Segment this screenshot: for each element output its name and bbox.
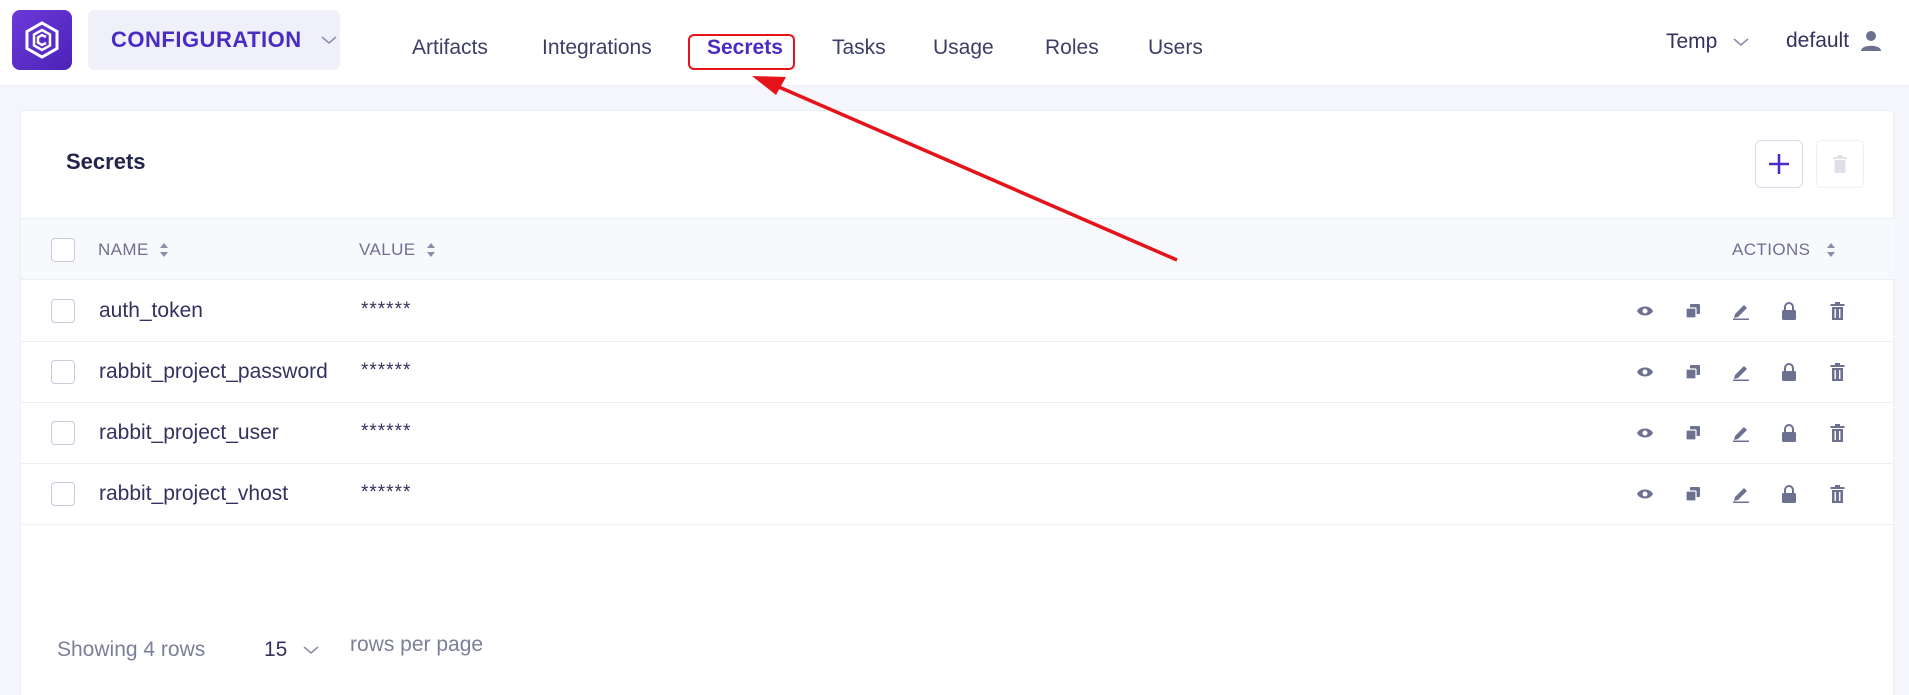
delete-selected-button[interactable] bbox=[1816, 140, 1864, 188]
trash-icon bbox=[1833, 155, 1847, 173]
column-actions-label: ACTIONS bbox=[1732, 240, 1811, 259]
secret-name: auth_token bbox=[99, 299, 203, 322]
select-all-checkbox[interactable] bbox=[51, 238, 75, 262]
sort-icon bbox=[1827, 243, 1836, 257]
eye-icon[interactable] bbox=[1633, 421, 1657, 445]
nav-usage[interactable]: Usage bbox=[933, 36, 994, 60]
configuration-logo-icon[interactable] bbox=[12, 10, 72, 70]
table-row[interactable]: rabbit_project_vhost ****** bbox=[21, 464, 1895, 525]
user-menu[interactable]: default bbox=[1786, 29, 1883, 53]
lock-icon[interactable] bbox=[1777, 360, 1801, 384]
section-selector[interactable]: CONFIGURATION bbox=[88, 10, 340, 70]
secret-value: ****** bbox=[361, 482, 412, 503]
plus-icon bbox=[1769, 154, 1789, 174]
tenant-selector[interactable]: Temp bbox=[1666, 30, 1751, 54]
trash-icon[interactable] bbox=[1825, 421, 1849, 445]
edit-icon[interactable] bbox=[1729, 360, 1753, 384]
lock-icon[interactable] bbox=[1777, 421, 1801, 445]
table-header: NAME VALUE ACTIONS bbox=[21, 218, 1895, 280]
row-count: Showing 4 rows bbox=[57, 638, 206, 661]
user-icon bbox=[1861, 31, 1882, 51]
add-secret-button[interactable] bbox=[1755, 140, 1803, 188]
edit-icon[interactable] bbox=[1729, 299, 1753, 323]
chevron-down-icon bbox=[321, 36, 337, 45]
column-name-label: NAME bbox=[98, 240, 149, 259]
secret-value: ****** bbox=[361, 360, 412, 381]
trash-icon[interactable] bbox=[1825, 360, 1849, 384]
page-title: Secrets bbox=[66, 149, 146, 174]
nav-roles[interactable]: Roles bbox=[1045, 36, 1099, 60]
page-size-value: 15 bbox=[264, 638, 288, 661]
column-value-label: VALUE bbox=[359, 240, 416, 259]
edit-icon[interactable] bbox=[1729, 421, 1753, 445]
user-name: default bbox=[1786, 29, 1850, 52]
column-value-header[interactable]: VALUE bbox=[359, 240, 436, 260]
copy-icon[interactable] bbox=[1681, 482, 1705, 506]
secret-name: rabbit_project_user bbox=[99, 421, 279, 444]
table-row[interactable]: rabbit_project_password ****** bbox=[21, 342, 1895, 403]
lock-icon[interactable] bbox=[1777, 299, 1801, 323]
page-size-select[interactable]: 15 bbox=[264, 638, 321, 662]
active-tab-highlight bbox=[688, 34, 795, 70]
eye-icon[interactable] bbox=[1633, 299, 1657, 323]
secret-name: rabbit_project_password bbox=[99, 360, 328, 383]
nav-users[interactable]: Users bbox=[1148, 36, 1203, 60]
chevron-down-icon bbox=[1733, 38, 1749, 47]
sort-icon bbox=[159, 243, 168, 257]
row-checkbox[interactable] bbox=[51, 482, 75, 506]
copy-icon[interactable] bbox=[1681, 360, 1705, 384]
secret-name: rabbit_project_vhost bbox=[99, 482, 289, 505]
row-checkbox[interactable] bbox=[51, 360, 75, 384]
eye-icon[interactable] bbox=[1633, 360, 1657, 384]
column-actions-header[interactable]: ACTIONS bbox=[1732, 240, 1836, 260]
column-name-header[interactable]: NAME bbox=[98, 240, 169, 260]
nav-integrations[interactable]: Integrations bbox=[542, 36, 652, 60]
lock-icon[interactable] bbox=[1777, 482, 1801, 506]
tenant-label: Temp bbox=[1666, 30, 1718, 53]
secrets-card: Secrets NAME VALUE ACTIONS auth_token **… bbox=[20, 110, 1895, 695]
secret-value: ****** bbox=[361, 421, 412, 442]
sort-icon bbox=[426, 243, 435, 257]
secret-value: ****** bbox=[361, 299, 412, 320]
rows-per-page-label: rows per page bbox=[350, 633, 484, 656]
copy-icon[interactable] bbox=[1681, 299, 1705, 323]
trash-icon[interactable] bbox=[1825, 299, 1849, 323]
chevron-down-icon bbox=[303, 646, 319, 655]
section-label: CONFIGURATION bbox=[111, 27, 302, 52]
row-checkbox[interactable] bbox=[51, 421, 75, 445]
nav-artifacts[interactable]: Artifacts bbox=[412, 36, 488, 60]
table-row[interactable]: auth_token ****** bbox=[21, 281, 1895, 342]
table-row[interactable]: rabbit_project_user ****** bbox=[21, 403, 1895, 464]
copy-icon[interactable] bbox=[1681, 421, 1705, 445]
top-navigation-bar: CONFIGURATION Artifacts Integrations Sec… bbox=[0, 0, 1909, 86]
nav-tasks[interactable]: Tasks bbox=[832, 36, 886, 60]
eye-icon[interactable] bbox=[1633, 482, 1657, 506]
trash-icon[interactable] bbox=[1825, 482, 1849, 506]
edit-icon[interactable] bbox=[1729, 482, 1753, 506]
row-checkbox[interactable] bbox=[51, 299, 75, 323]
